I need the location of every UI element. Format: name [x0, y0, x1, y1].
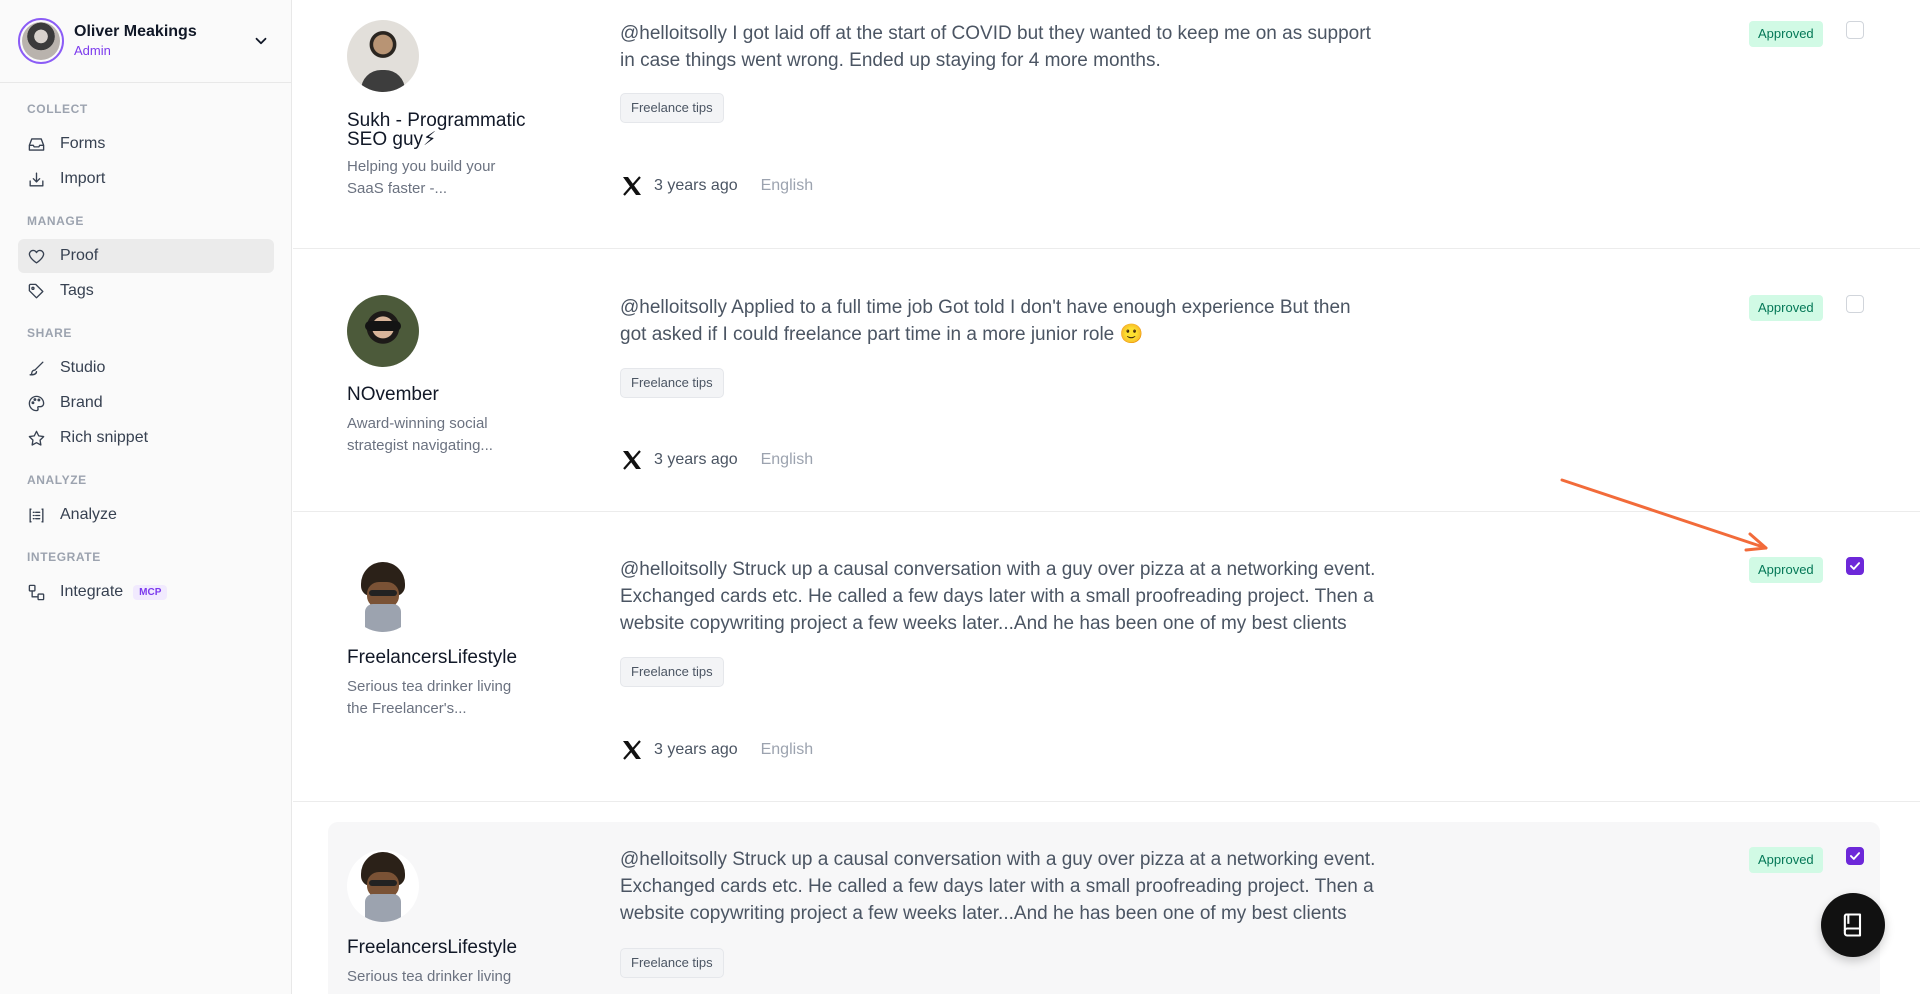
sidebar-item-label: Forms: [60, 135, 106, 152]
sidebar-item-label: Tags: [60, 282, 94, 299]
row-divider: [293, 801, 1920, 802]
language: English: [760, 741, 814, 758]
author-name: Sukh - Programmatic SEO guy⚡: [347, 110, 526, 150]
testimonial-text: @helloitsolly Applied to a full time job…: [620, 297, 1351, 345]
star-icon: [28, 430, 45, 446]
language: English: [760, 451, 814, 468]
import-icon: [29, 171, 44, 187]
sidebar-item-forms[interactable]: Forms: [18, 127, 274, 161]
sidebar-item-proof[interactable]: Proof: [18, 239, 274, 273]
tag-icon: [28, 283, 44, 299]
author-bio: Serious tea drinker living the Freelance…: [347, 678, 512, 717]
sidebar-item-integrate[interactable]: Integrate MCP: [18, 575, 274, 609]
testimonials-list: Sukh - Programmatic SEO guy⚡ Helping you…: [293, 0, 1920, 994]
check-icon: [1849, 852, 1861, 860]
sidebar-item-import[interactable]: Import: [18, 162, 274, 196]
testimonial-row[interactable]: Sukh - Programmatic SEO guy⚡ Helping you…: [293, 0, 1920, 248]
author-avatar: [347, 295, 419, 367]
section-title-manage: MANAGE: [27, 214, 84, 228]
sidebar-item-analyze[interactable]: Analyze: [18, 498, 274, 532]
sidebar-item-rich-snippet[interactable]: Rich snippet: [18, 421, 274, 455]
author-bio: Helping you build your SaaS faster -...: [347, 158, 496, 197]
select-checkbox[interactable]: [1846, 21, 1864, 39]
author-name: FreelancersLifestyle: [347, 937, 518, 958]
time-ago: 3 years ago: [654, 177, 738, 194]
author-avatar: [347, 20, 419, 92]
sidebar-item-brand[interactable]: Brand: [18, 386, 274, 420]
sidebar-item-label: Analyze: [60, 506, 117, 523]
sidebar-item-label: Studio: [60, 359, 106, 376]
time-ago: 3 years ago: [654, 451, 738, 468]
mcp-badge: MCP: [133, 584, 168, 600]
sidebar-item-label: Import: [60, 170, 106, 187]
author-name: FreelancersLifestyle: [347, 647, 518, 668]
testimonial-text: @helloitsolly Struck up a causal convers…: [620, 559, 1376, 634]
language: English: [760, 177, 814, 194]
tag-chip[interactable]: Freelance tips: [620, 948, 724, 978]
chevron-down-icon: [255, 37, 267, 45]
sidebar: Oliver Meakings Admin COLLECT Forms Impo…: [0, 0, 292, 994]
testimonial-meta: 3 years ago English: [620, 174, 813, 198]
testimonial-row[interactable]: FreelancersLifestyle Serious tea drinker…: [328, 822, 1880, 994]
sidebar-divider: [0, 82, 291, 83]
x-logo-icon: [623, 176, 641, 196]
tag-chip[interactable]: Freelance tips: [620, 657, 724, 687]
sidebar-item-studio[interactable]: Studio: [18, 351, 274, 385]
status-badge: Approved: [1749, 847, 1823, 873]
check-icon: [1849, 562, 1861, 570]
sidebar-item-label: Proof: [60, 247, 99, 264]
x-logo-icon: [623, 450, 641, 470]
select-checkbox[interactable]: [1846, 847, 1864, 865]
time-ago: 3 years ago: [654, 741, 738, 758]
author-avatar: [347, 850, 419, 922]
tag-chip[interactable]: Freelance tips: [620, 93, 724, 123]
user-avatar: [18, 18, 64, 64]
testimonial-meta: 3 years ago English: [620, 738, 813, 762]
sidebar-item-label: Rich snippet: [60, 429, 149, 446]
user-role: Admin: [74, 43, 111, 58]
status-badge: Approved: [1749, 21, 1823, 47]
testimonial-text: @helloitsolly I got laid off at the star…: [620, 23, 1371, 71]
heart-icon: [28, 249, 45, 264]
status-badge: Approved: [1749, 295, 1823, 321]
sidebar-item-label: Integrate: [60, 583, 124, 600]
x-logo-icon: [623, 740, 641, 760]
testimonial-meta: 3 years ago English: [620, 448, 813, 472]
book-icon: [1843, 913, 1862, 937]
author-avatar: [347, 560, 419, 632]
inbox-icon: [28, 137, 45, 151]
author-bio: Award-winning social strategist navigati…: [347, 415, 493, 454]
tag-chip[interactable]: Freelance tips: [620, 368, 724, 398]
sidebar-item-label: Brand: [60, 394, 103, 411]
help-fab-button[interactable]: [1821, 893, 1885, 957]
sidebar-nav: COLLECT Forms Import MANAGE Proof Tags S…: [18, 100, 274, 609]
section-title-share: SHARE: [27, 326, 73, 340]
select-checkbox[interactable]: [1846, 557, 1864, 575]
author-name: NOvember: [347, 384, 439, 405]
author-bio: Serious tea drinker living: [347, 968, 512, 985]
brush-icon: [29, 360, 44, 376]
select-checkbox[interactable]: [1846, 295, 1864, 313]
section-title-integrate: INTEGRATE: [27, 550, 101, 564]
testimonial-text: @helloitsolly Struck up a causal convers…: [620, 849, 1376, 924]
user-name: Oliver Meakings: [74, 23, 197, 40]
palette-icon: [28, 395, 45, 411]
list-icon: [29, 507, 44, 523]
section-title-analyze: ANALYZE: [27, 473, 87, 487]
section-title-collect: COLLECT: [27, 102, 88, 116]
status-badge: Approved: [1749, 557, 1823, 583]
testimonial-row[interactable]: NOvember Award-winning social strategist…: [293, 249, 1920, 511]
integrate-icon: [28, 584, 45, 600]
sidebar-item-tags[interactable]: Tags: [18, 274, 274, 308]
user-menu[interactable]: Oliver Meakings Admin: [18, 18, 274, 64]
testimonial-row[interactable]: FreelancersLifestyle Serious tea drinker…: [293, 512, 1920, 801]
